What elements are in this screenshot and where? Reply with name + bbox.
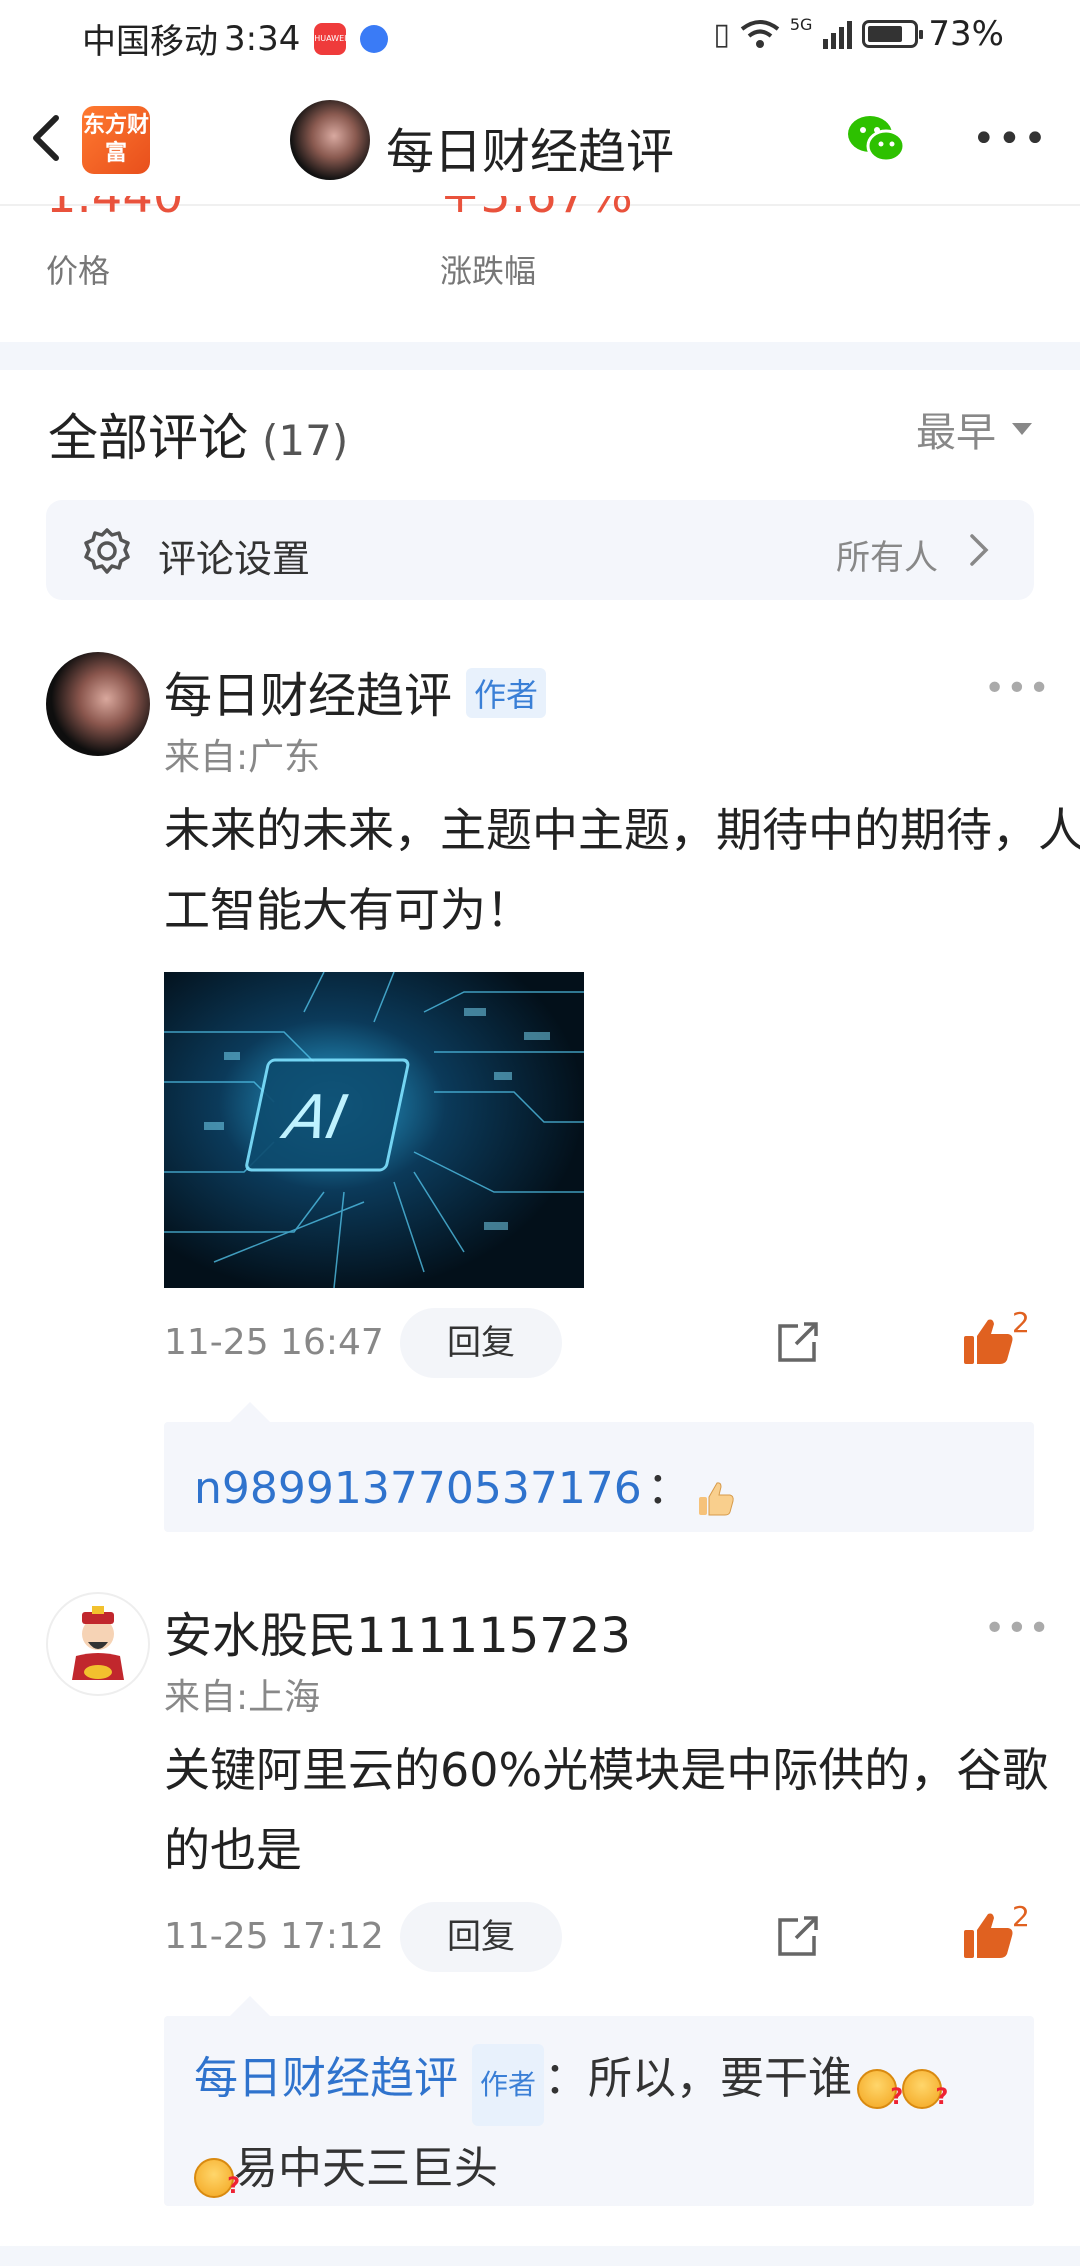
bottom-divider <box>0 2246 1080 2266</box>
sub-reply-line: n989913770537176 ： <box>194 1452 736 1519</box>
sub-reply-sep: ： <box>646 1463 691 1514</box>
author-badge: 作者 <box>472 2043 545 2126</box>
comments-title: 全部评论 (17) <box>48 409 349 467</box>
reply-button[interactable]: 回复 <box>400 1902 562 1972</box>
comment-time: 11-25 17:12 <box>164 1916 384 1957</box>
comment-settings-row[interactable]: 评论设置 所有人 <box>46 500 1034 600</box>
commenter-avatar[interactable] <box>46 1592 150 1696</box>
settings-label: 评论设置 <box>158 537 311 581</box>
commenter-name[interactable]: 安水股民111115723 <box>164 1596 631 1666</box>
confused-face-emoji-icon <box>194 2148 240 2226</box>
settings-value: 所有人 <box>836 538 938 578</box>
like-count: 2 <box>1012 1306 1030 1339</box>
commenter-name[interactable]: 每日财经趋评 作者 <box>164 656 547 726</box>
fortune-god-avatar-icon <box>72 1606 124 1680</box>
notification-dot-icon <box>360 24 389 53</box>
top-nav-bar: 东方财富 每日财经趋评 ••• <box>0 72 1080 206</box>
confused-face-emoji-icon <box>902 2059 948 2137</box>
huawei-app-icon: HUAWEI <box>314 22 346 55</box>
change-value: +5.67% <box>440 196 633 222</box>
author-badge: 作者 <box>466 668 547 718</box>
sub-reply-user[interactable]: n989913770537176 <box>194 1463 642 1514</box>
wechat-icon[interactable] <box>846 112 908 166</box>
sub-reply-box[interactable]: 每日财经趋评作者：所以，要干谁 易中天三巨头 <box>164 1996 1034 2226</box>
price-strip: 1.440 +5.67% 价格 涨跌幅 <box>0 196 1080 344</box>
dropdown-triangle-icon <box>1012 423 1032 435</box>
status-bar: 中国移动 3:34 HUAWEI ▯ 5G 73% <box>0 0 1080 72</box>
page-title: 每日财经趋评 <box>386 124 675 180</box>
thumbs-up-icon[interactable] <box>962 1910 1016 1960</box>
price-value: 1.440 <box>46 196 183 222</box>
carrier-label: 中国移动 <box>82 22 218 62</box>
network-type: 5G <box>789 14 813 34</box>
thumbs-up-emoji-icon <box>699 1481 734 1515</box>
sub-reply-line: 每日财经趋评作者：所以，要干谁 易中天三巨头 <box>194 2040 1014 2226</box>
status-left: 中国移动 3:34 HUAWEI <box>82 14 389 63</box>
sort-label: 最早 <box>916 410 996 456</box>
sort-dropdown[interactable]: 最早 <box>916 400 1032 458</box>
comments-count: (17) <box>262 416 349 465</box>
like-count: 2 <box>1012 1900 1030 1933</box>
vibrate-icon: ▯ <box>713 16 730 52</box>
battery-icon <box>862 20 924 48</box>
section-divider <box>0 342 1080 370</box>
share-icon[interactable] <box>774 1912 822 1960</box>
change-label: 涨跌幅 <box>440 252 537 290</box>
sub-reply-user[interactable]: 每日财经趋评 <box>194 2053 458 2104</box>
back-arrow-icon[interactable] <box>20 108 80 168</box>
comment-location: 来自:上海 <box>164 1677 321 1718</box>
status-right: ▯ 5G 73% <box>713 14 1004 54</box>
sub-reply-text-2: 易中天三巨头 <box>234 2142 498 2194</box>
ai-circuit-image: AI <box>164 972 584 1288</box>
sub-reply-text: ：所以，要干谁 <box>544 2053 853 2104</box>
share-icon[interactable] <box>774 1318 822 1366</box>
price-label: 价格 <box>46 252 111 290</box>
comment-location: 来自:广东 <box>164 737 321 778</box>
more-options-icon[interactable]: ••• <box>972 119 1049 159</box>
reply-button[interactable]: 回复 <box>400 1308 562 1378</box>
sub-reply-box[interactable]: n989913770537176 ： <box>164 1402 1034 1532</box>
comment-text: 关键阿里云的60%光模块是中际供的，谷歌的也是 <box>164 1743 1049 1877</box>
eastmoney-logo: 东方财富 <box>82 106 150 174</box>
signal-icon <box>823 21 853 49</box>
battery-percent: 73% <box>928 14 1004 54</box>
clock: 3:34 <box>224 18 301 59</box>
thumbs-up-icon[interactable] <box>962 1316 1016 1366</box>
comment-image[interactable]: AI <box>164 972 584 1288</box>
comment-more-icon[interactable]: ••• <box>984 1608 1051 1649</box>
comment-time: 11-25 16:47 <box>164 1322 384 1363</box>
comment-more-icon[interactable]: ••• <box>984 668 1051 709</box>
confused-face-emoji-icon <box>857 2059 903 2137</box>
comment-text: 未来的未来，主题中主题，期待中的期待，人工智能大有可为！ <box>164 803 1080 937</box>
wifi-icon <box>740 20 780 48</box>
gear-icon <box>84 528 130 574</box>
chevron-right-icon <box>970 534 989 566</box>
author-avatar[interactable] <box>290 100 370 180</box>
commenter-avatar[interactable] <box>46 652 150 756</box>
